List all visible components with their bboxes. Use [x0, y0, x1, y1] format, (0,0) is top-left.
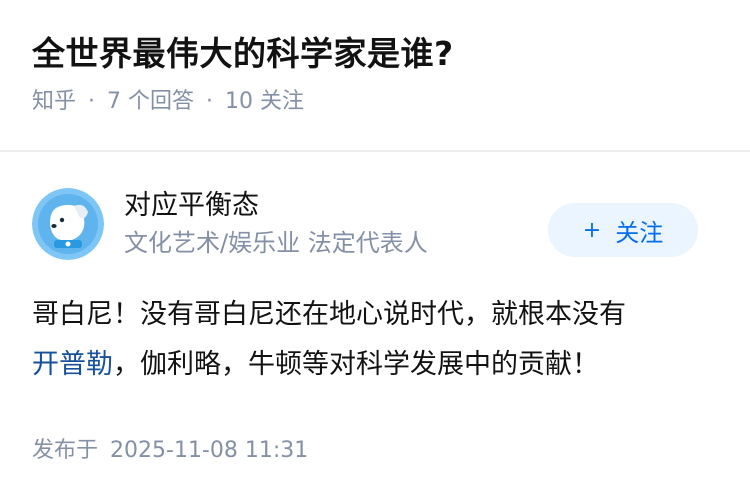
divider	[0, 150, 750, 152]
question-title[interactable]: 全世界最伟大的科学家是谁?	[32, 30, 718, 78]
follow-button[interactable]: + 关注	[548, 203, 698, 257]
question-header: 全世界最伟大的科学家是谁? 知乎 · 7 个回答 · 10 关注	[0, 0, 750, 120]
separator-dot: ·	[206, 89, 214, 114]
followers-count: 10 关注	[225, 89, 305, 114]
author-bio: 文化艺术/娱乐业 法定代表人	[124, 229, 428, 257]
answers-count[interactable]: 7 个回答	[107, 86, 194, 118]
author-row: 对应平衡态 文化艺术/娱乐业 法定代表人 + 关注	[32, 184, 718, 264]
separator-dot: ·	[88, 89, 96, 114]
question-meta: 知乎 · 7 个回答 · 10 关注	[32, 86, 718, 118]
author-info: 对应平衡态 文化艺术/娱乐业 法定代表人	[124, 188, 548, 260]
plus-icon: +	[582, 217, 602, 243]
answer-text-part2: ，伽利略，牛顿等对科学发展中的贡献！	[113, 349, 599, 380]
answer-text-part1: 哥白尼！没有哥白尼还在地心说时代，就根本没有	[32, 299, 626, 330]
follow-button-label: 关注	[615, 218, 664, 247]
dog-avatar-icon[interactable]	[32, 188, 104, 260]
publish-label: 发布于	[32, 438, 99, 463]
publish-timestamp: 2025-11-08 11:31	[110, 438, 309, 463]
keyword-link[interactable]: 开普勒	[32, 349, 113, 380]
author-name[interactable]: 对应平衡态	[124, 188, 548, 224]
answer-card: 对应平衡态 文化艺术/娱乐业 法定代表人 + 关注 哥白尼！没有哥白尼还在地心说…	[0, 184, 750, 464]
source-label[interactable]: 知乎	[32, 86, 76, 118]
answer-content: 哥白尼！没有哥白尼还在地心说时代，就根本没有 开普勒，伽利略，牛顿等对科学发展中的…	[32, 290, 718, 390]
publish-time: 发布于 2025-11-08 11:31	[32, 432, 718, 464]
